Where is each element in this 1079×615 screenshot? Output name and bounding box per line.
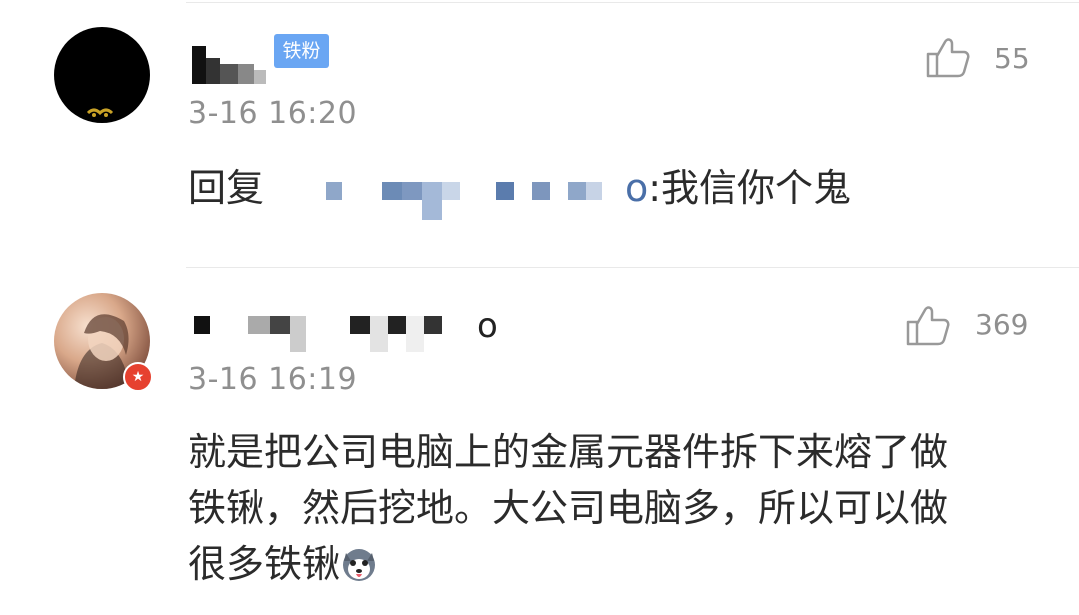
username-tail[interactable]: o: [477, 306, 498, 346]
top-divider: [186, 2, 1079, 3]
like-count: 369: [975, 308, 1029, 341]
husky-emoji-icon: [343, 549, 376, 581]
reply-message: :我信你个鬼: [648, 166, 852, 210]
avatar-ornament-icon: [86, 108, 114, 117]
verified-icon: ★: [123, 362, 153, 392]
fan-badge: 铁粉: [274, 34, 329, 68]
reply-text: 回复: [188, 160, 264, 216]
comment-divider: [186, 267, 1079, 268]
thumbs-up-icon[interactable]: [924, 34, 970, 80]
reply-prefix: 回复: [188, 166, 265, 210]
like-count: 55: [994, 42, 1030, 75]
comment-time: 3-16 16:20: [188, 96, 358, 131]
reply-body: o:我信你个鬼: [625, 160, 851, 216]
reply-mention-redacted[interactable]: [326, 182, 602, 220]
comment-line: 就是把公司电脑上的金属元器件拆下来熔了做: [188, 430, 949, 474]
comment-line: 很多铁锹: [188, 536, 948, 592]
comment-line-text: 很多铁锹: [188, 542, 341, 586]
avatar[interactable]: [54, 27, 150, 123]
reply-mention-tail[interactable]: o: [625, 166, 648, 210]
comment-time: 3-16 16:19: [188, 362, 358, 397]
thumbs-up-icon[interactable]: [904, 302, 950, 348]
username-redacted[interactable]: [194, 316, 442, 352]
comment-body: 就是把公司电脑上的金属元器件拆下来熔了做 铁锹，然后挖地。大公司电脑多，所以可以…: [188, 424, 948, 592]
username-redacted[interactable]: [192, 46, 266, 84]
comment-line: 铁锹，然后挖地。大公司电脑多，所以可以做: [188, 486, 949, 530]
